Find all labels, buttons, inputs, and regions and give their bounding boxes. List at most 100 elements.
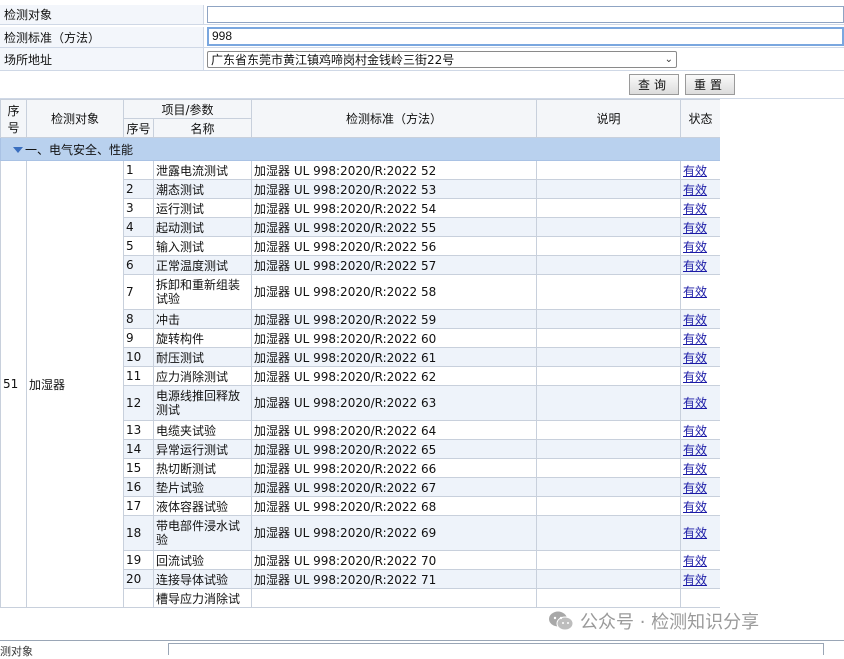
status-cell: 有效 [680,458,720,478]
status-cell: 有效 [680,496,720,516]
status-cell: 有效 [680,160,720,180]
standard-label: 检测标准（方法） [0,27,204,47]
item-name-cell: 旋转构件 [152,328,253,348]
standard-input[interactable]: 998 [207,27,844,46]
watermark-text: 公众号 · 检测知识分享 [580,612,760,633]
status-link[interactable]: 有效 [683,573,707,587]
location-select-value: 广东省东莞市黄江镇鸡啼岗村金钱岭三街22号 [211,53,455,67]
note-cell [536,439,682,459]
item-seq-cell: 11 [123,366,154,386]
status-cell: 有效 [680,439,720,459]
item-seq-cell: 2 [123,179,154,199]
standard-cell: 加湿器 UL 998:2020/R:2022 61 [251,347,538,367]
status-cell: 有效 [680,550,720,570]
status-link[interactable]: 有效 [683,526,707,540]
standard-cell: 加湿器 UL 998:2020/R:2022 70 [251,550,538,570]
status-link[interactable]: 有效 [683,443,707,457]
status-link[interactable]: 有效 [683,554,707,568]
item-name-cell: 电缆夹试验 [152,420,253,440]
note-cell [536,385,682,421]
item-name-cell: 拆卸和重新组装试验 [152,274,253,310]
status-link[interactable]: 有效 [683,202,707,216]
status-link[interactable]: 有效 [683,370,707,384]
status-cell: 有效 [680,347,720,367]
header-standard: 检测标准（方法） [251,99,538,138]
standard-cell: 加湿器 UL 998:2020/R:2022 68 [251,496,538,516]
status-link[interactable]: 有效 [683,240,707,254]
standard-cell: 加湿器 UL 998:2020/R:2022 64 [251,420,538,440]
standard-cell: 加湿器 UL 998:2020/R:2022 69 [251,515,538,551]
status-link[interactable]: 有效 [683,164,707,178]
status-link[interactable]: 有效 [683,285,707,299]
status-link[interactable]: 有效 [683,500,707,514]
status-link[interactable]: 有效 [683,424,707,438]
status-link[interactable]: 有效 [683,183,707,197]
standard-cell: 加湿器 UL 998:2020/R:2022 59 [251,309,538,329]
status-link[interactable]: 有效 [683,221,707,235]
item-name-cell: 正常温度测试 [152,255,253,275]
status-link[interactable]: 有效 [683,313,707,327]
status-cell: 有效 [680,179,720,199]
standard-cell: 加湿器 UL 998:2020/R:2022 53 [251,179,538,199]
item-name-cell: 潮态测试 [152,179,253,199]
category-label: 一、电气安全、性能 [25,142,134,157]
item-name-cell: 泄露电流测试 [152,160,253,180]
standard-cell: 加湿器 UL 998:2020/R:2022 58 [251,274,538,310]
note-cell [536,515,682,551]
category-cell[interactable]: 一、电气安全、性能 [0,137,720,161]
item-seq-cell: 13 [123,420,154,440]
location-select[interactable]: 广东省东莞市黄江镇鸡啼岗村金钱岭三街22号 ⌄ [207,51,677,68]
header-note: 说明 [536,99,682,138]
status-cell: 有效 [680,385,720,421]
status-cell: 有效 [680,198,720,218]
status-link[interactable]: 有效 [683,332,707,346]
status-link[interactable]: 有效 [683,481,707,495]
status-cell: 有效 [680,477,720,497]
item-name-cell: 异常运行测试 [152,439,253,459]
form-row-object: 检测对象 [0,5,844,25]
item-seq-cell: 6 [123,255,154,275]
standard-cell: 加湿器 UL 998:2020/R:2022 52 [251,160,538,180]
expand-triangle-icon[interactable] [13,147,23,153]
item-seq-cell: 3 [123,198,154,218]
item-name-cell: 液体容器试验 [152,496,253,516]
note-cell [536,236,682,256]
status-link[interactable]: 有效 [683,259,707,273]
next-form-label: 测对象 [0,645,33,658]
results-table-container: 序号 检测对象 项目/参数 检测标准（方法） 说明 状态 序号 名称 一、电气安… [0,99,720,609]
header-item-group: 项目/参数 [122,99,253,119]
status-link[interactable]: 有效 [683,462,707,476]
note-cell [536,198,682,218]
standard-cell: 加湿器 UL 998:2020/R:2022 65 [251,439,538,459]
note-cell [536,160,682,180]
note-cell [536,477,682,497]
item-seq-cell: 12 [123,385,154,421]
header-seq: 序号 [0,99,27,138]
item-seq-cell: 19 [123,550,154,570]
note-cell [536,366,682,386]
note-cell [536,420,682,440]
header-item-name: 名称 [152,118,253,138]
header-object: 检测对象 [26,99,124,138]
category-row[interactable]: 一、电气安全、性能 [0,137,720,161]
item-seq-cell: 16 [123,477,154,497]
object-input[interactable] [207,6,844,23]
item-name-cell: 电源线推回释放测试 [152,385,253,421]
item-name-cell: 应力消除测试 [152,366,253,386]
note-cell [536,458,682,478]
standard-cell: 加湿器 UL 998:2020/R:2022 71 [251,569,538,589]
next-form-field[interactable] [168,643,824,655]
status-cell: 有效 [680,515,720,551]
item-name-cell: 垫片试验 [152,477,253,497]
form-row-standard: 检测标准（方法） 998 [0,27,844,48]
reset-button[interactable]: 重置 [685,74,735,95]
item-name-cell: 耐压测试 [152,347,253,367]
status-cell: 有效 [680,420,720,440]
status-link[interactable]: 有效 [683,351,707,365]
status-link[interactable]: 有效 [683,396,707,410]
note-cell [536,569,682,589]
standard-cell: 加湿器 UL 998:2020/R:2022 62 [251,366,538,386]
query-button[interactable]: 查询 [629,74,679,95]
object-label: 检测对象 [0,5,204,24]
item-name-cell: 热切断测试 [152,458,253,478]
